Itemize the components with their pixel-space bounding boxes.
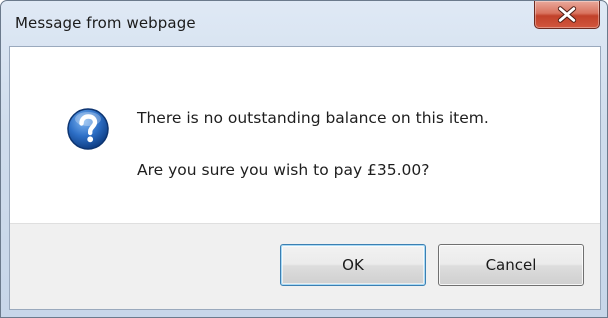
close-icon — [557, 6, 577, 23]
ok-button[interactable]: OK — [280, 244, 426, 286]
cancel-button[interactable]: Cancel — [438, 244, 584, 286]
message-area: There is no outstanding balance on this … — [10, 47, 600, 223]
question-icon — [67, 108, 109, 150]
dialog-title: Message from webpage — [15, 14, 196, 32]
close-button[interactable] — [534, 1, 600, 29]
title-bar[interactable]: Message from webpage — [1, 1, 607, 45]
message-text-confirm: Are you sure you wish to pay £35.00? — [137, 161, 430, 179]
button-area: OK Cancel — [10, 223, 600, 309]
message-text-primary: There is no outstanding balance on this … — [137, 109, 489, 127]
dialog-content: There is no outstanding balance on this … — [9, 46, 601, 310]
message-dialog: Message from webpage There is no outstan… — [0, 0, 608, 318]
